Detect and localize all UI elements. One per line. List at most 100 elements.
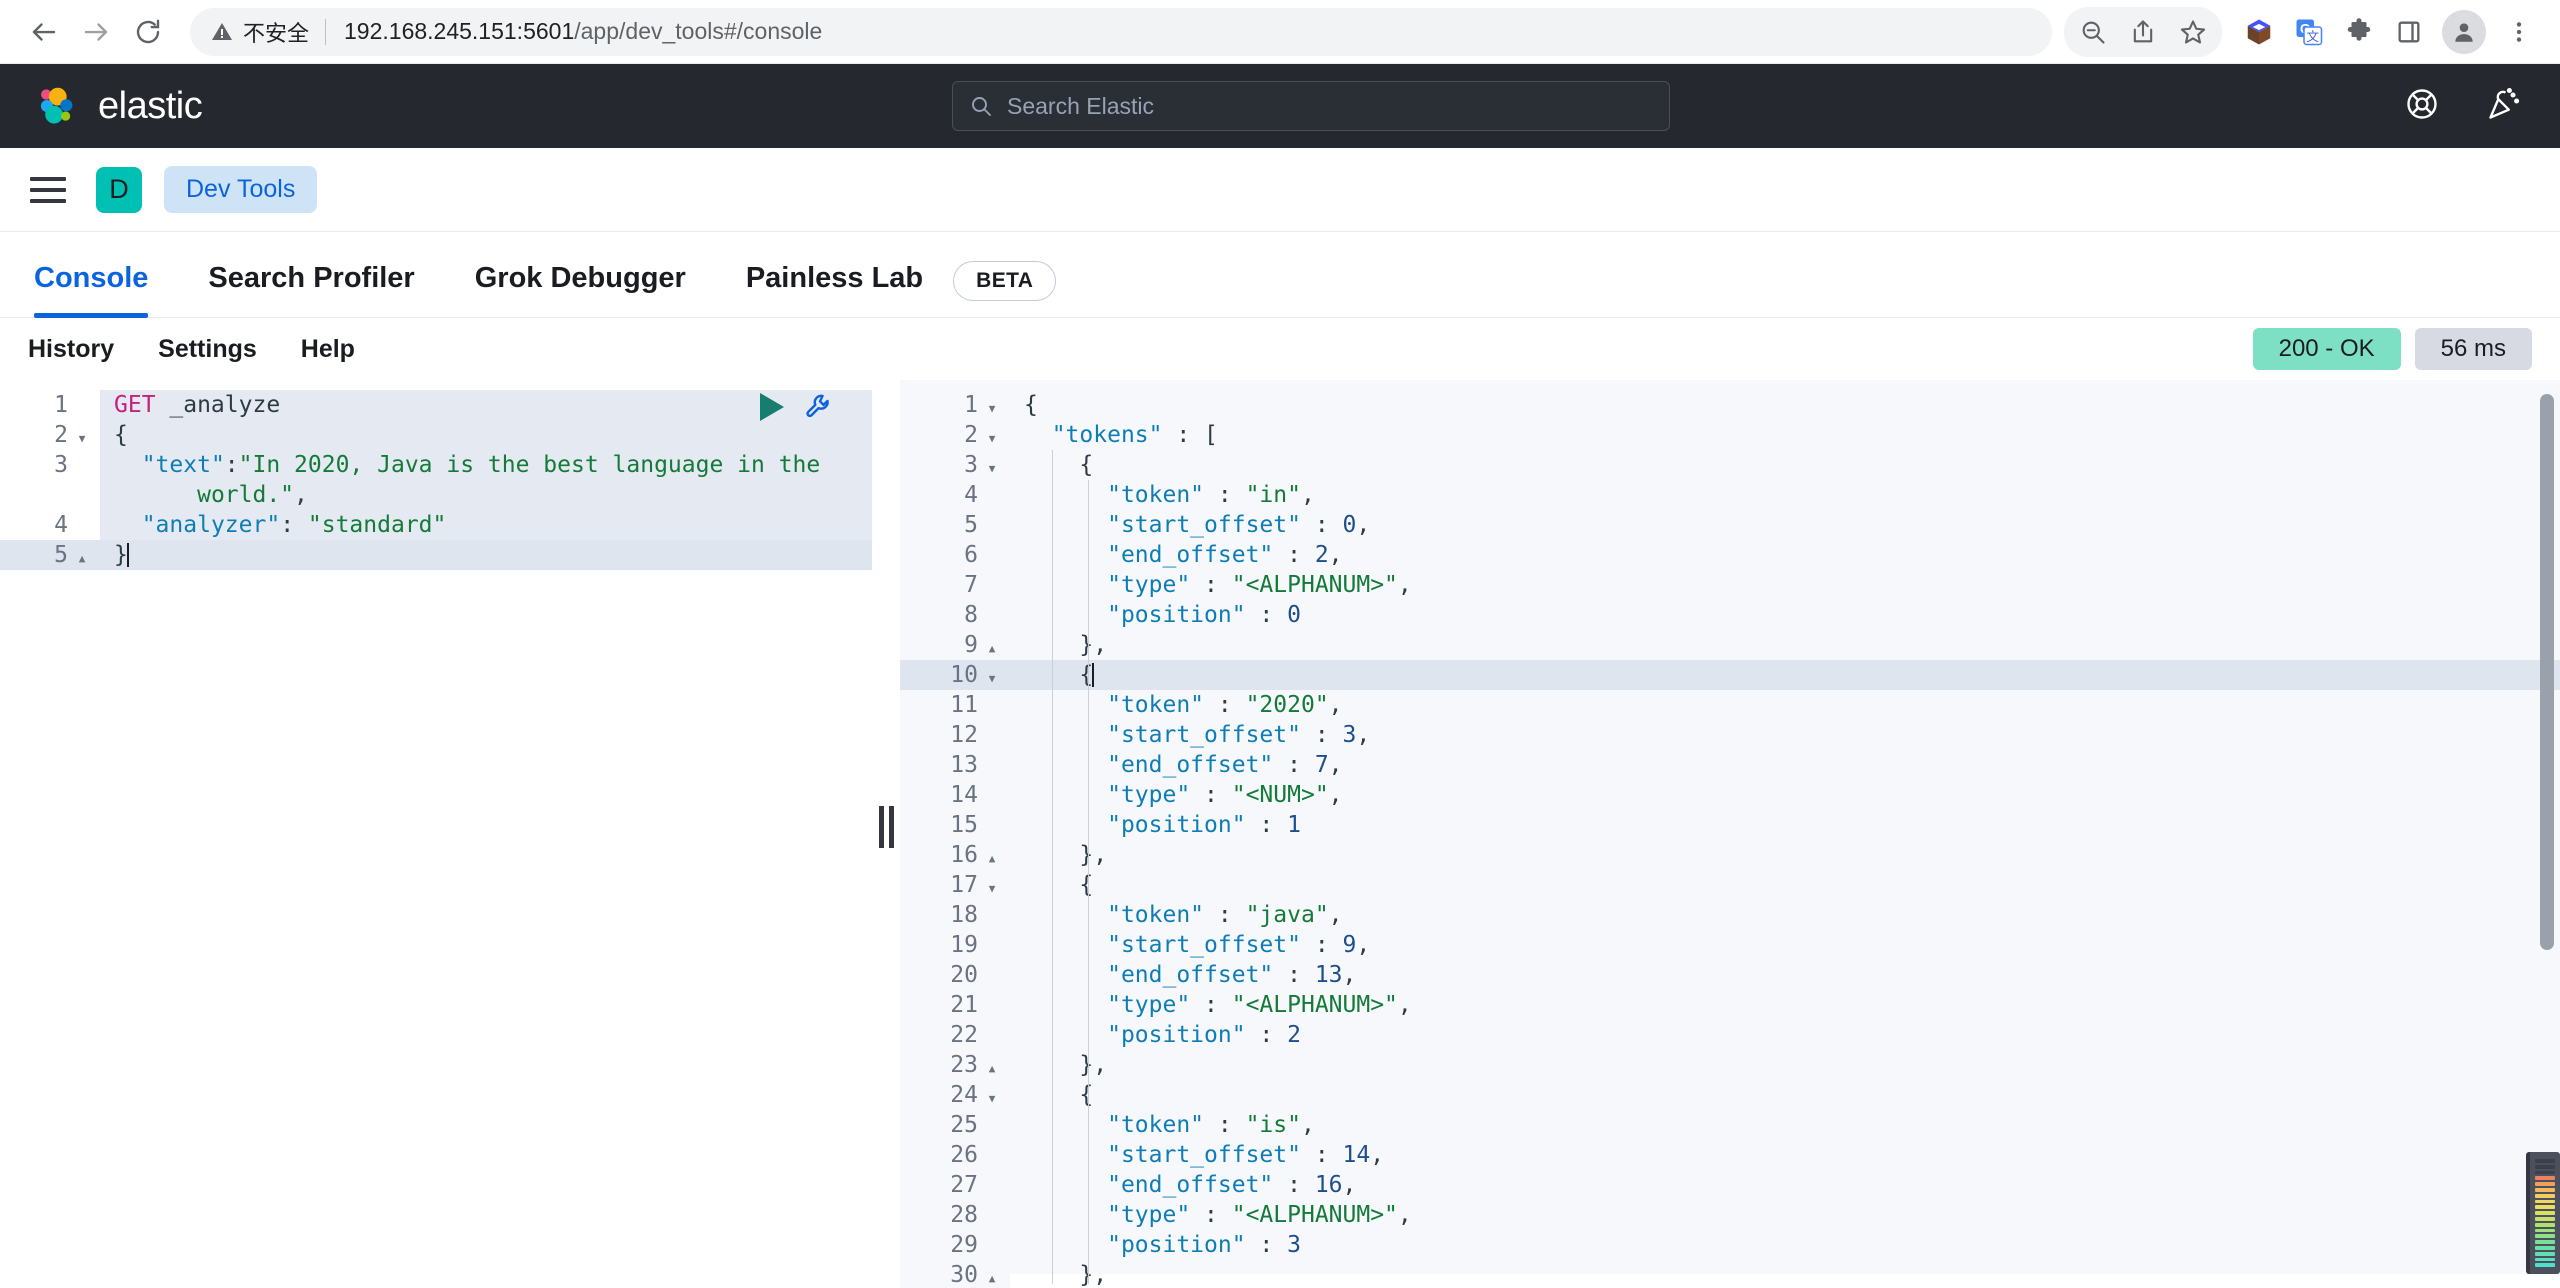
side-panel-icon[interactable] (2386, 9, 2432, 55)
code-token: : (224, 452, 239, 478)
code-line[interactable]: "token" : "in", (1010, 480, 2560, 510)
header-right-actions (2404, 86, 2522, 127)
code-token: , (1342, 962, 1357, 988)
request-editor-pane[interactable]: 12345 GET _analyze{ "text":"In 2020, Jav… (0, 380, 872, 1274)
code-token: _analyze (169, 392, 281, 418)
site-security-indicator[interactable]: 不安全 (210, 16, 309, 48)
request-code-body[interactable]: GET _analyze{ "text":"In 2020, Java is t… (100, 380, 872, 570)
code-line[interactable]: "token" : "java", (1010, 900, 2560, 930)
line-number: 24 (900, 1080, 1010, 1110)
code-line[interactable]: { (1010, 660, 2560, 690)
tab-search-profiler[interactable]: Search Profiler (178, 262, 444, 317)
code-line[interactable]: "token" : "2020", (1010, 690, 2560, 720)
code-line[interactable]: }, (1010, 1260, 2560, 1288)
response-code-area[interactable]: 1234567891011121314151617181920212223242… (900, 380, 2560, 1288)
hamburger-menu-icon[interactable] (22, 164, 74, 216)
help-lifebuoy-icon[interactable] (2404, 86, 2440, 127)
response-editor-pane[interactable]: 1234567891011121314151617181920212223242… (900, 380, 2560, 1288)
address-bar[interactable]: 不安全 192.168.245.151:5601/app/dev_tools#/… (190, 7, 2052, 56)
settings-button[interactable]: Settings (136, 335, 279, 364)
space-avatar[interactable]: D (96, 166, 142, 213)
tab-grok-debugger[interactable]: Grok Debugger (445, 262, 716, 317)
code-token: "token" (1107, 482, 1205, 508)
code-line[interactable]: "type" : "<ALPHANUM>", (1010, 570, 2560, 600)
pane-resizer-handle[interactable] (872, 380, 900, 1274)
zoom-out-icon[interactable] (2070, 9, 2116, 55)
code-fold-icon[interactable] (74, 542, 90, 574)
google-translate-icon[interactable]: G文 (2286, 9, 2332, 55)
cube-extension-icon[interactable] (2236, 9, 2282, 55)
share-icon[interactable] (2120, 9, 2166, 55)
code-line[interactable]: "tokens" : [ (1010, 420, 2560, 450)
puzzle-extensions-icon[interactable] (2336, 9, 2382, 55)
breadcrumb-dev-tools[interactable]: Dev Tools (164, 166, 318, 213)
code-line[interactable]: "start_offset" : 3, (1010, 720, 2560, 750)
code-line[interactable]: "type" : "<ALPHANUM>", (1010, 1200, 2560, 1230)
elastic-brand[interactable]: elastic (34, 83, 203, 129)
code-token: : (1204, 692, 1246, 718)
code-line[interactable]: "position" : 1 (1010, 810, 2560, 840)
request-code-area[interactable]: 12345 GET _analyze{ "text":"In 2020, Jav… (0, 380, 872, 570)
url-path: /app/dev_tools#/console (574, 18, 823, 44)
code-line[interactable]: "position" : 3 (1010, 1230, 2560, 1260)
code-line[interactable]: "end_offset" : 13, (1010, 960, 2560, 990)
global-search-input[interactable]: Search Elastic (952, 81, 1670, 131)
code-line[interactable]: "end_offset" : 7, (1010, 750, 2560, 780)
code-line[interactable]: { (1010, 1080, 2560, 1110)
code-line[interactable]: "start_offset" : 14, (1010, 1140, 2560, 1170)
tab-painless-lab[interactable]: Painless Lab (716, 262, 953, 317)
code-line[interactable]: "token" : "is", (1010, 1110, 2560, 1140)
code-fold-icon[interactable] (984, 1262, 1000, 1288)
code-line[interactable]: "position" : 2 (1010, 1020, 2560, 1050)
history-button[interactable]: History (28, 335, 136, 364)
reload-icon[interactable] (122, 6, 174, 58)
code-token: { (1024, 1082, 1094, 1108)
code-token: "end_offset" (1107, 1172, 1274, 1198)
three-dot-menu-icon[interactable] (2496, 9, 2542, 55)
party-popper-news-icon[interactable] (2486, 86, 2522, 127)
help-button[interactable]: Help (279, 335, 377, 364)
code-line[interactable]: "text":"In 2020, Java is the best langua… (100, 450, 872, 480)
code-line[interactable]: "end_offset" : 2, (1010, 540, 2560, 570)
tab-console[interactable]: Console (34, 262, 178, 318)
code-line[interactable]: { (1010, 390, 2560, 420)
code-token: "In 2020, Java is the best language in t… (238, 452, 821, 478)
code-token: "type" (1107, 782, 1191, 808)
code-line[interactable]: GET _analyze (100, 390, 872, 420)
code-line[interactable]: "position" : 0 (1010, 600, 2560, 630)
code-line[interactable]: { (1010, 450, 2560, 480)
code-line[interactable]: { (1010, 870, 2560, 900)
back-arrow-icon[interactable] (18, 6, 70, 58)
code-line[interactable]: }, (1010, 840, 2560, 870)
run-request-play-icon[interactable] (760, 393, 784, 421)
code-line[interactable]: "start_offset" : 0, (1010, 510, 2560, 540)
line-number: 7 (964, 572, 978, 598)
line-number: 15 (950, 812, 978, 838)
code-line[interactable]: }, (1010, 1050, 2560, 1080)
code-token: , (1328, 782, 1343, 808)
bookmark-star-icon[interactable] (2170, 9, 2216, 55)
line-number: 3 (900, 450, 1010, 480)
response-vertical-scrollbar[interactable] (2540, 394, 2554, 950)
code-line[interactable]: "analyzer": "standard" (100, 510, 872, 540)
code-line[interactable]: { (100, 420, 872, 450)
code-token: "<NUM>" (1231, 782, 1329, 808)
line-number: 21 (950, 992, 978, 1018)
code-line[interactable]: "type" : "<NUM>", (1010, 780, 2560, 810)
code-token: 2 (1314, 542, 1329, 568)
code-line[interactable]: "end_offset" : 16, (1010, 1170, 2560, 1200)
code-token: "standard" (307, 512, 447, 538)
forward-arrow-icon[interactable] (70, 6, 122, 58)
audio-level-meter-overlay[interactable] (2526, 1152, 2560, 1274)
response-code-body[interactable]: { "tokens" : [ { "token" : "in", "start_… (1010, 380, 2560, 1288)
profile-avatar-icon[interactable] (2442, 9, 2486, 54)
code-token: }, (1024, 1052, 1108, 1078)
code-token: , (1356, 932, 1371, 958)
code-line[interactable]: }, (1010, 630, 2560, 660)
code-line[interactable]: world.", (100, 480, 872, 510)
code-line[interactable]: } (100, 540, 872, 570)
code-line[interactable]: "type" : "<ALPHANUM>", (1010, 990, 2560, 1020)
code-line[interactable]: "start_offset" : 9, (1010, 930, 2560, 960)
